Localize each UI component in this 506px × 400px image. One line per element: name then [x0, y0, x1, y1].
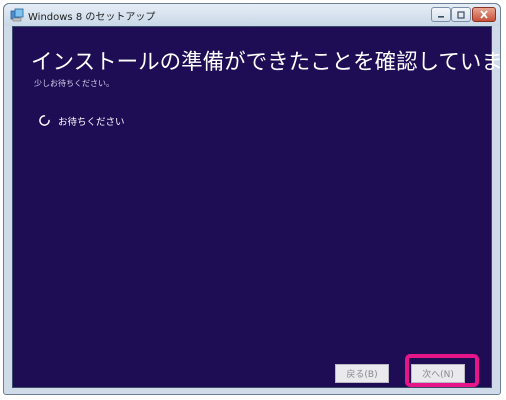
- maximize-icon: [457, 10, 465, 19]
- next-button-highlight: [405, 354, 479, 387]
- title-bar[interactable]: Windows 8 のセットアップ: [4, 4, 500, 26]
- maximize-button[interactable]: [451, 7, 471, 22]
- minimize-icon: [438, 15, 444, 18]
- setup-app-icon: [10, 8, 24, 22]
- window-title: Windows 8 のセットアップ: [28, 12, 156, 23]
- status-text: お待ちください: [58, 117, 125, 128]
- page-subtext: 少しお待ちください。: [34, 79, 114, 88]
- close-button[interactable]: [472, 7, 496, 22]
- minimize-button[interactable]: [431, 7, 451, 22]
- setup-content-pane: インストールの準備ができたことを確認しています 少しお待ちください。 お待ちくだ…: [12, 26, 506, 388]
- close-icon: [480, 10, 488, 19]
- page-heading: インストールの準備ができたことを確認しています: [31, 50, 506, 75]
- setup-window: Windows 8 のセットアップ インストールの準備ができたことを確認していま…: [3, 3, 506, 395]
- loading-spinner-icon: [39, 115, 50, 126]
- back-button[interactable]: 戻る(B): [335, 364, 389, 383]
